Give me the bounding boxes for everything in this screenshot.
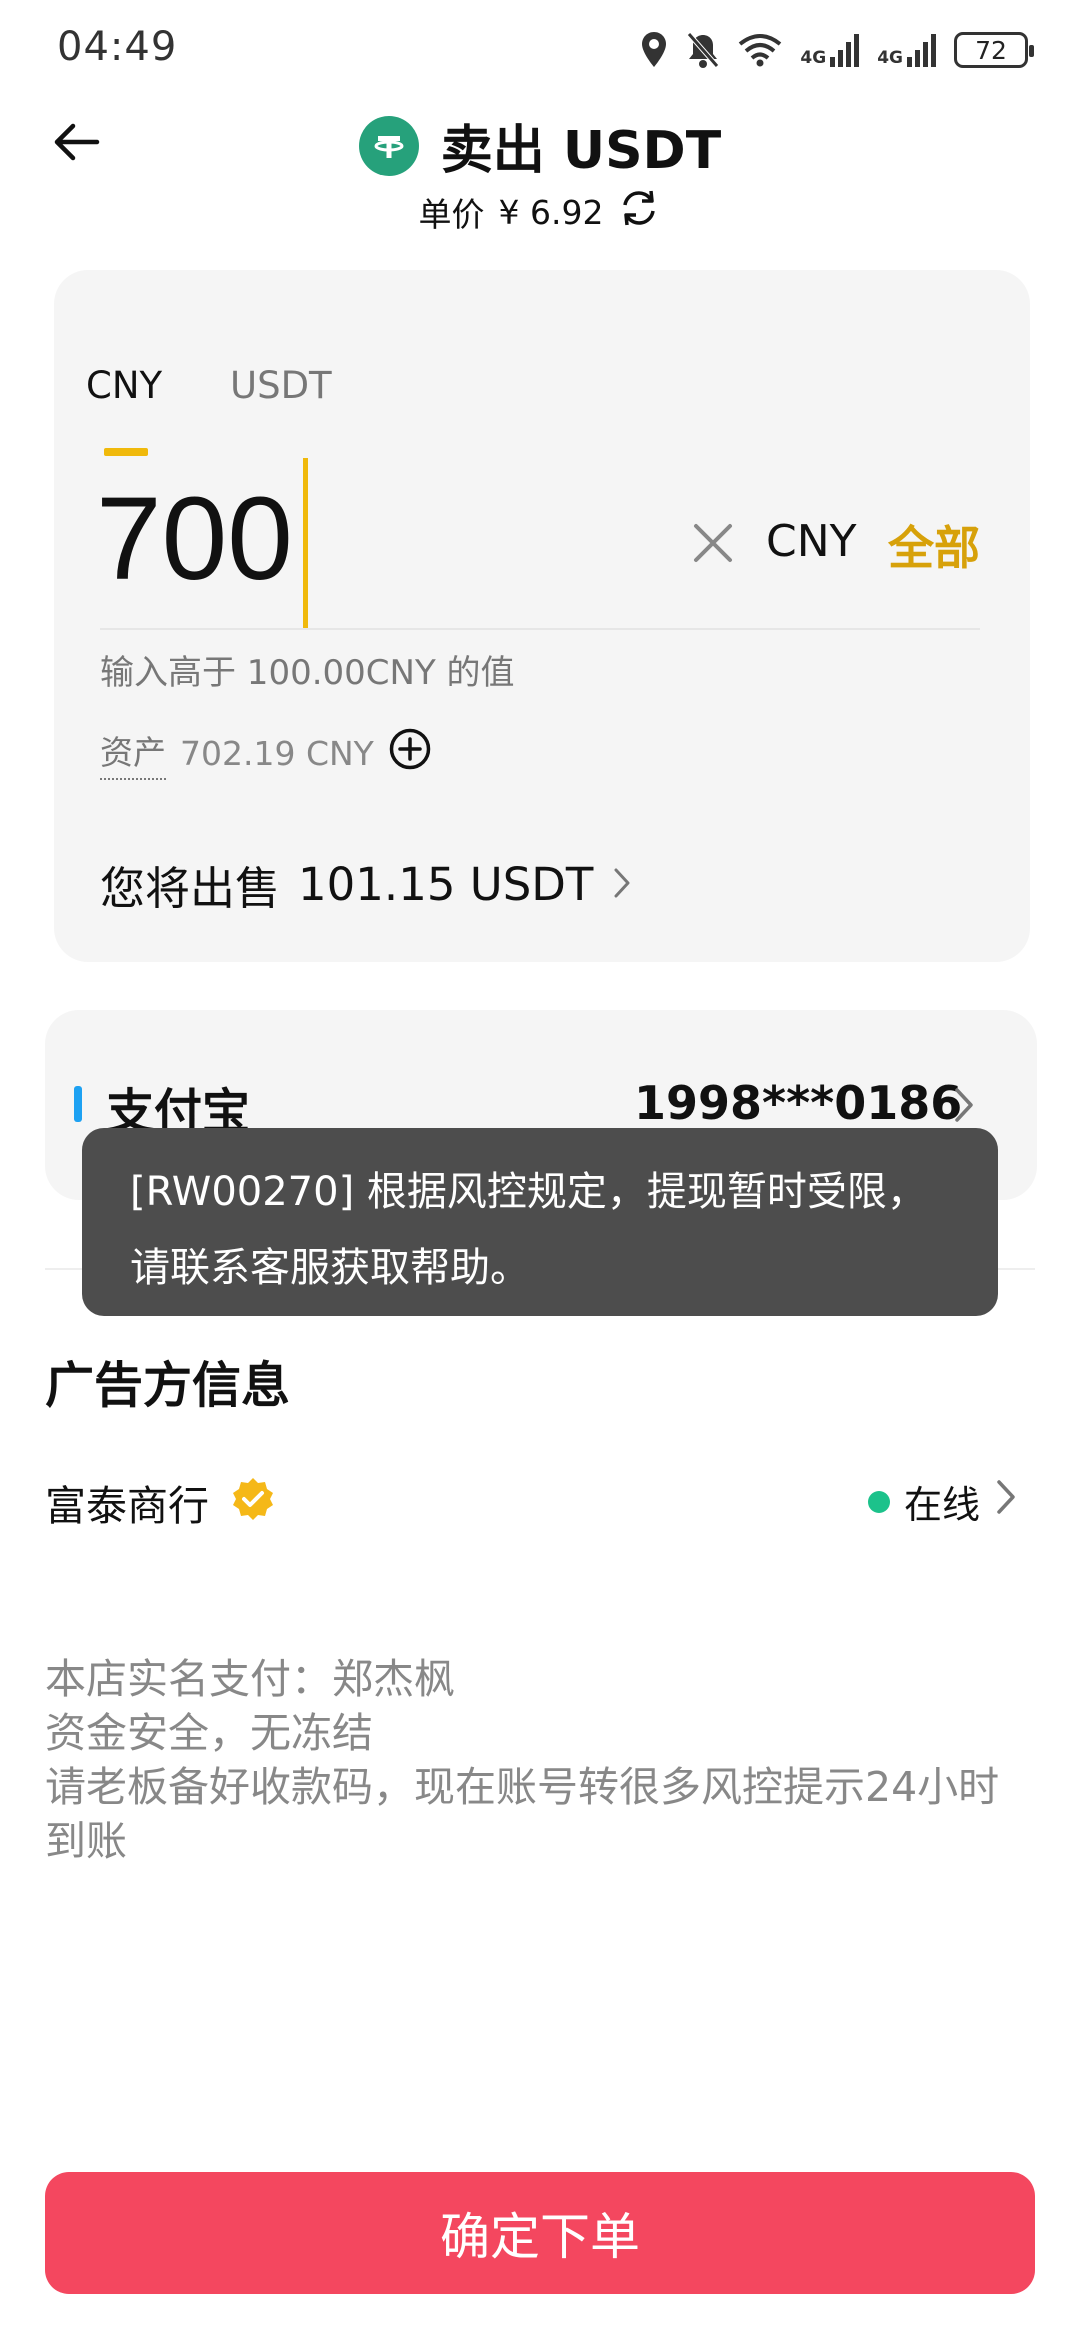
advertiser-description: 本店实名支付：郑杰枫 资金安全，无冻结 请老板备好收款码，现在账号转很多风控提示… bbox=[45, 1652, 1035, 1868]
all-button[interactable]: 全部 bbox=[888, 512, 980, 578]
sell-label: 您将出售 bbox=[100, 862, 281, 915]
amount-unit-label: CNY bbox=[766, 516, 857, 567]
chevron-right-icon bbox=[994, 1477, 1018, 1526]
bell-muted-icon bbox=[686, 31, 720, 69]
asset-label[interactable]: 资产 bbox=[100, 726, 166, 780]
network-type-label: 4G bbox=[800, 48, 827, 68]
add-asset-icon[interactable] bbox=[388, 727, 432, 779]
battery-level: 72 bbox=[975, 35, 1007, 65]
refresh-icon[interactable] bbox=[617, 188, 661, 236]
signal-icon: 4G bbox=[877, 33, 936, 67]
asset-row: 资产 702.19 CNY bbox=[100, 726, 432, 780]
network-type-label: 4G bbox=[877, 48, 903, 68]
unit-price-row: 单价 ¥ 6.92 bbox=[0, 188, 1080, 236]
toast-message: [RW00270] 根据风控规定，提现暂时受限， 请联系客服获取帮助。 bbox=[82, 1128, 998, 1316]
description-line: 请老板备好收款码，现在账号转很多风控提示24小时 bbox=[45, 1763, 1000, 1811]
description-line: 本店实名支付：郑杰枫 bbox=[45, 1655, 455, 1703]
page-header: 卖出 USDT bbox=[0, 108, 1080, 183]
location-icon bbox=[640, 31, 668, 69]
signal-icon: 4G bbox=[800, 33, 860, 68]
wifi-icon bbox=[738, 32, 782, 68]
page-title: 卖出 USDT bbox=[440, 121, 722, 181]
chevron-right-icon bbox=[611, 858, 633, 911]
tab-active-indicator bbox=[104, 448, 148, 456]
advertiser-section-title: 广告方信息 bbox=[45, 1357, 291, 1414]
toast-line: 请联系客服获取帮助。 bbox=[130, 1245, 530, 1291]
chevron-right-icon[interactable] bbox=[944, 1080, 984, 1130]
sell-value: 101.15 USDT bbox=[298, 858, 594, 911]
confirm-order-button[interactable]: 确定下单 bbox=[45, 2172, 1035, 2294]
battery-icon: 72 bbox=[954, 32, 1034, 68]
status-time: 04:49 bbox=[57, 24, 178, 70]
tab-cny[interactable]: CNY bbox=[86, 364, 162, 407]
close-icon bbox=[694, 524, 732, 562]
amount-input[interactable]: 700 bbox=[96, 477, 293, 602]
clear-button[interactable] bbox=[684, 514, 742, 572]
input-divider bbox=[100, 628, 980, 630]
price-label: 单价 bbox=[418, 195, 485, 234]
usdt-token-icon bbox=[358, 115, 419, 176]
payment-account: 1998***0186 bbox=[634, 1076, 963, 1130]
payment-method-indicator bbox=[74, 1086, 82, 1122]
min-amount-hint: 输入高于 100.00CNY 的值 bbox=[100, 653, 515, 693]
description-line: 到账 bbox=[45, 1817, 127, 1865]
online-status: 在线 bbox=[903, 1483, 980, 1527]
sell-summary-row[interactable]: 您将出售 101.15 USDT bbox=[100, 852, 633, 917]
status-icons: 4G 4G 72 bbox=[640, 28, 1034, 72]
toast-line: [RW00270] 根据风控规定，提现暂时受限， bbox=[130, 1169, 927, 1215]
description-line: 资金安全，无冻结 bbox=[45, 1709, 373, 1757]
asset-value: 702.19 CNY bbox=[180, 733, 374, 773]
online-dot bbox=[867, 1490, 890, 1513]
tab-usdt[interactable]: USDT bbox=[230, 364, 332, 407]
price-value: ¥ 6.92 bbox=[498, 192, 604, 232]
merchant-name[interactable]: 富泰商行 bbox=[45, 1472, 209, 1532]
verified-badge-icon bbox=[230, 1476, 276, 1522]
online-status-row[interactable]: 在线 bbox=[867, 1474, 1018, 1529]
text-cursor bbox=[303, 458, 308, 628]
